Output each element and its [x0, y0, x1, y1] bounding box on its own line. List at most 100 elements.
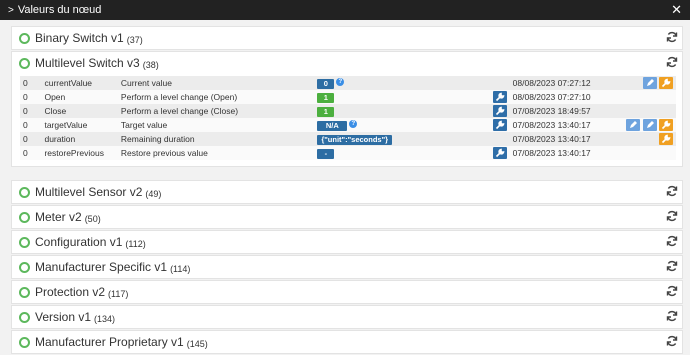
refresh-icon[interactable] [666, 285, 678, 297]
refresh-icon[interactable] [666, 56, 678, 68]
class-header[interactable]: Manufacturer Proprietary v1 (145) [12, 331, 682, 353]
table-row: 0 Open Perform a level change (Open) 1 0… [20, 90, 676, 104]
class-name: Configuration v1 [35, 235, 123, 249]
refresh-icon[interactable] [666, 210, 678, 222]
status-ring-icon [19, 57, 30, 69]
status-ring-icon [19, 311, 30, 323]
instance-cell: 0 [20, 118, 42, 132]
help-icon[interactable]: ? [349, 119, 358, 128]
table-row: 0 targetValue Target value N/A? 07/08/20… [20, 118, 676, 132]
instance-cell: 0 [20, 76, 42, 90]
content-area: Binary Switch v1 (37) Multilevel Switch … [0, 20, 690, 355]
class-name: Multilevel Sensor v2 [35, 185, 143, 199]
value-cell: {"unit":"seconds"} [314, 132, 490, 146]
value-cell: - [314, 146, 490, 160]
class-header[interactable]: Binary Switch v1 (37) [12, 27, 682, 49]
wrench-icon[interactable] [492, 147, 507, 159]
value-name-cell: currentValue [41, 76, 118, 90]
class-count: (49) [145, 189, 162, 199]
chevron-right-icon: > [8, 4, 14, 16]
date-cell: 08/08/2023 07:27:10 [509, 90, 624, 104]
class-panel-meter: Meter v2 (50) [11, 205, 683, 229]
class-header[interactable]: Version v1 (134) [12, 306, 682, 328]
class-header[interactable]: Protection v2 (117) [12, 281, 682, 303]
status-ring-icon [19, 336, 30, 348]
value-cell: N/A? [314, 118, 490, 132]
refresh-icon[interactable] [666, 235, 678, 247]
class-panel-protection: Protection v2 (117) [11, 280, 683, 304]
class-header[interactable]: Multilevel Switch v3 (38) [12, 52, 682, 74]
class-count: (50) [84, 214, 101, 224]
wrench-icon[interactable] [492, 91, 507, 103]
value-label-cell: Perform a level change (Close) [117, 104, 315, 118]
class-header[interactable]: Manufacturer Specific v1 (114) [12, 256, 682, 278]
class-name: Version v1 [35, 310, 92, 324]
class-count: (134) [94, 314, 116, 324]
actions-cell [623, 132, 676, 146]
actions-cell [623, 76, 676, 90]
class-panel-manufacturer-proprietary: Manufacturer Proprietary v1 (145) [11, 330, 683, 354]
table-row: 0 currentValue Current value 0? 08/08/20… [20, 76, 676, 90]
pencil-icon[interactable] [642, 77, 657, 89]
window-titlebar: > Valeurs du nœud ✕ [0, 0, 690, 20]
status-ring-icon [19, 211, 30, 223]
class-name: Manufacturer Proprietary v1 [35, 335, 184, 349]
actions-cell [623, 146, 676, 160]
actions-cell [623, 104, 676, 118]
pencil-icon[interactable] [626, 119, 641, 131]
write-cell [489, 118, 510, 132]
write-cell [489, 146, 510, 160]
write-cell [489, 90, 510, 104]
wrench-icon[interactable] [659, 133, 673, 145]
class-header[interactable]: Multilevel Sensor v2 (49) [12, 181, 682, 203]
date-cell: 07/08/2023 13:40:17 [509, 118, 624, 132]
class-name: Protection v2 [35, 285, 106, 299]
class-name: Binary Switch v1 [35, 31, 124, 45]
status-ring-icon [19, 236, 30, 248]
status-ring-icon [19, 261, 30, 273]
table-row: 0 restorePrevious Restore previous value… [20, 146, 676, 160]
wrench-icon[interactable] [492, 105, 507, 117]
value-badge: 0 [317, 78, 335, 89]
instance-cell: 0 [20, 132, 42, 146]
refresh-icon[interactable] [666, 335, 678, 347]
value-cell: 1 [314, 104, 490, 118]
class-name: Multilevel Switch v3 [35, 56, 140, 70]
status-ring-icon [19, 286, 30, 298]
wrench-icon[interactable] [659, 77, 673, 89]
status-ring-icon [19, 186, 30, 198]
value-label-cell: Current value [117, 76, 315, 90]
class-name: Meter v2 [35, 210, 82, 224]
class-panel-multilevel-sensor: Multilevel Sensor v2 (49) [11, 180, 683, 204]
value-label-cell: Perform a level change (Open) [117, 90, 315, 104]
actions-cell [623, 90, 676, 104]
value-cell: 1 [314, 90, 490, 104]
value-name-cell: Close [41, 104, 118, 118]
instance-cell: 0 [20, 90, 42, 104]
refresh-icon[interactable] [666, 310, 678, 322]
value-badge: - [317, 148, 335, 159]
class-panel-manufacturer-specific: Manufacturer Specific v1 (114) [11, 255, 683, 279]
value-badge: N/A [317, 120, 348, 131]
write-cell [489, 132, 510, 146]
value-name-cell: duration [41, 132, 118, 146]
pencil-icon[interactable] [642, 119, 657, 131]
class-count: (145) [186, 339, 208, 349]
value-name-cell: Open [41, 90, 118, 104]
refresh-icon[interactable] [666, 260, 678, 272]
class-header[interactable]: Meter v2 (50) [12, 206, 682, 228]
class-count: (114) [170, 264, 191, 274]
date-cell: 07/08/2023 13:40:17 [509, 146, 624, 160]
date-cell: 08/08/2023 07:27:12 [509, 76, 624, 90]
window-title: Valeurs du nœud [17, 4, 102, 16]
help-icon[interactable]: ? [336, 77, 345, 86]
wrench-icon[interactable] [492, 119, 507, 131]
refresh-icon[interactable] [666, 185, 678, 197]
wrench-icon[interactable] [659, 119, 673, 131]
class-count: (112) [125, 239, 146, 249]
close-icon[interactable]: ✕ [671, 2, 682, 18]
instance-cell: 0 [20, 104, 42, 118]
class-header[interactable]: Configuration v1 (112) [12, 231, 682, 253]
refresh-icon[interactable] [666, 31, 678, 43]
value-name-cell: restorePrevious [41, 146, 118, 160]
